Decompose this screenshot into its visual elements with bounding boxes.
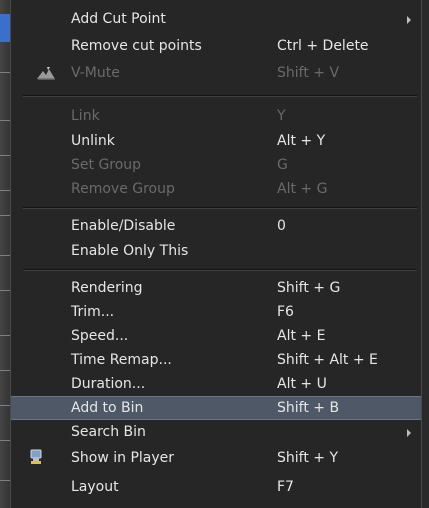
menu-item-add-cut-point[interactable]: Add Cut Point: [11, 7, 421, 31]
menu-item-enable-disable[interactable]: Enable/Disable 0: [11, 214, 421, 238]
track-divider: [0, 215, 10, 216]
menu-item-shortcut: G: [277, 157, 288, 173]
menu-item-label: Enable Only This: [71, 243, 189, 259]
menu-item-label: Add Cut Point: [71, 11, 166, 27]
menu-item-unlink[interactable]: Unlink Alt + Y: [11, 129, 421, 153]
menu-item-label: Unlink: [71, 133, 115, 149]
menu-item-link: Link Y: [11, 104, 421, 128]
track-divider: [0, 480, 10, 481]
menu-item-shortcut: Alt + U: [277, 376, 327, 392]
menu-item-label: Layout: [71, 479, 119, 495]
menu-item-shortcut: Shift + Y: [277, 450, 339, 466]
mute-icon: [37, 67, 55, 80]
menu-separator: [23, 269, 417, 271]
menu-item-enable-only-this[interactable]: Enable Only This: [11, 239, 421, 263]
track-divider: [0, 290, 10, 291]
menu-item-layout[interactable]: Layout F7: [11, 475, 421, 499]
menu-item-label: Speed...: [71, 328, 129, 344]
menu-item-shortcut: Alt + Y: [277, 133, 326, 149]
track-divider: [0, 72, 10, 73]
track-divider: [0, 440, 10, 441]
menu-item-shortcut: Alt + E: [277, 328, 326, 344]
menu-item-shortcut: Shift + Alt + E: [277, 352, 378, 368]
menu-item-duration[interactable]: Duration... Alt + U: [11, 372, 421, 396]
track-divider: [0, 155, 10, 156]
menu-item-label: Duration...: [71, 376, 146, 392]
menu-item-shortcut: Shift + B: [277, 400, 340, 416]
menu-item-label: Remove cut points: [71, 38, 202, 54]
menu-item-label: Set Group: [71, 157, 142, 173]
menu-item-shortcut: Ctrl + Delete: [277, 38, 369, 54]
selected-track-indicator: [0, 14, 10, 42]
menu-item-search-bin[interactable]: Search Bin: [11, 420, 421, 444]
menu-item-speed[interactable]: Speed... Alt + E: [11, 324, 421, 348]
menu-item-label: Rendering: [71, 280, 143, 296]
menu-item-label: Time Remap...: [71, 352, 172, 368]
player-icon: [30, 449, 42, 464]
track-divider: [0, 120, 10, 121]
menu-item-label: Trim...: [71, 304, 115, 320]
menu-separator: [23, 207, 417, 209]
menu-item-shortcut: Shift + V: [277, 65, 340, 81]
menu-item-rendering[interactable]: Rendering Shift + G: [11, 276, 421, 300]
track-divider: [0, 255, 10, 256]
menu-item-label: Add to Bin: [71, 400, 144, 416]
menu-item-add-to-bin[interactable]: Add to Bin Shift + B: [11, 396, 421, 420]
menu-item-v-mute: V-Mute Shift + V: [11, 61, 421, 85]
submenu-arrow-icon: [407, 16, 411, 24]
menu-item-label: Enable/Disable: [71, 218, 176, 234]
menu-item-shortcut: 0: [277, 218, 286, 234]
submenu-arrow-icon: [407, 429, 411, 437]
track-divider: [0, 190, 10, 191]
menu-item-label: Link: [71, 108, 100, 124]
menu-item-show-in-player[interactable]: Show in Player Shift + Y: [11, 446, 421, 470]
menu-item-label: Search Bin: [71, 424, 146, 440]
menu-item-time-remap[interactable]: Time Remap... Shift + Alt + E: [11, 348, 421, 372]
menu-item-shortcut: Alt + G: [277, 181, 328, 197]
menu-item-label: Remove Group: [71, 181, 175, 197]
menu-item-shortcut: Shift + G: [277, 280, 341, 296]
context-menu: Add Cut Point Remove cut points Ctrl + D…: [10, 0, 422, 508]
menu-item-remove-group: Remove Group Alt + G: [11, 177, 421, 201]
menu-item-trim[interactable]: Trim... F6: [11, 300, 421, 324]
menu-item-shortcut: F7: [277, 479, 294, 495]
background-panel-strip: [0, 0, 10, 508]
menu-item-remove-cut-points[interactable]: Remove cut points Ctrl + Delete: [11, 34, 421, 58]
menu-item-shortcut: Y: [277, 108, 286, 124]
menu-separator: [23, 95, 417, 97]
track-divider: [0, 335, 10, 336]
menu-item-label: Show in Player: [71, 450, 175, 466]
menu-item-set-group: Set Group G: [11, 153, 421, 177]
track-divider: [0, 370, 10, 371]
menu-item-label: V-Mute: [71, 65, 120, 81]
menu-item-shortcut: F6: [277, 304, 294, 320]
track-divider: [0, 405, 10, 406]
